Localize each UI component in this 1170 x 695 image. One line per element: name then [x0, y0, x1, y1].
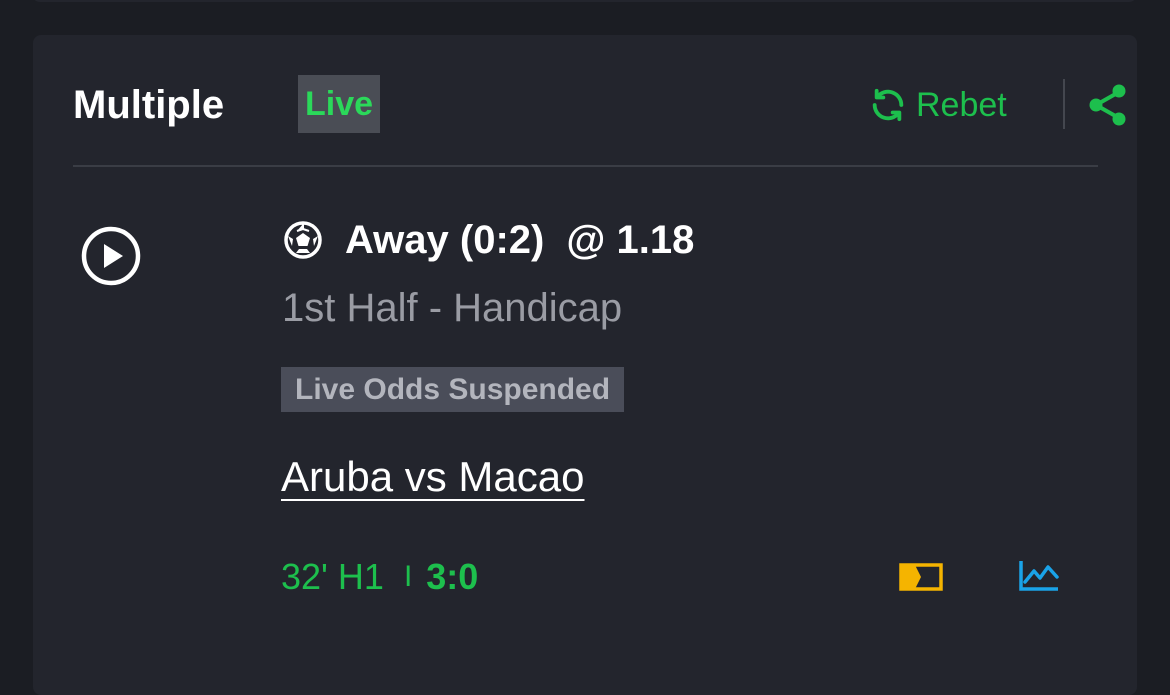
rebet-label: Rebet: [916, 86, 1007, 124]
match-status: 32' H1 I 3:0: [281, 555, 478, 599]
share-icon: [1089, 84, 1126, 126]
previous-card: [32, 0, 1137, 2]
rebet-button[interactable]: Rebet: [868, 83, 1007, 127]
selection-name: Away (0:2): [345, 217, 545, 262]
stats-chart-icon: [1019, 561, 1059, 591]
play-icon: [81, 226, 141, 286]
live-stream-button[interactable]: [899, 562, 943, 592]
soccer-ball-icon: [283, 220, 323, 260]
live-stream-icon: [899, 563, 943, 591]
bet-card-header: Multiple Live Rebet: [73, 75, 1126, 133]
bet-card: Multiple Live Rebet Away (0:2) @ 1.18 1s…: [33, 35, 1137, 695]
play-button[interactable]: [80, 225, 142, 287]
bet-type-title: Multiple: [73, 83, 225, 127]
live-badge: Live: [298, 75, 381, 133]
status-separator: I: [403, 560, 413, 593]
market-name: 1st Half - Handicap: [282, 286, 623, 330]
header-divider: [1063, 79, 1065, 129]
selection-row: Away (0:2) @ 1.18: [283, 215, 694, 265]
match-score: 3:0: [426, 556, 479, 597]
selection-odds: @ 1.18: [566, 217, 695, 262]
refresh-icon: [868, 85, 916, 125]
odds-suspended-badge: Live Odds Suspended: [281, 367, 625, 412]
share-button[interactable]: [1084, 81, 1132, 129]
event-link[interactable]: Aruba vs Macao: [281, 451, 584, 503]
match-time: 32' H1: [281, 556, 384, 597]
header-separator: [73, 165, 1098, 167]
stats-button[interactable]: [1018, 559, 1060, 593]
